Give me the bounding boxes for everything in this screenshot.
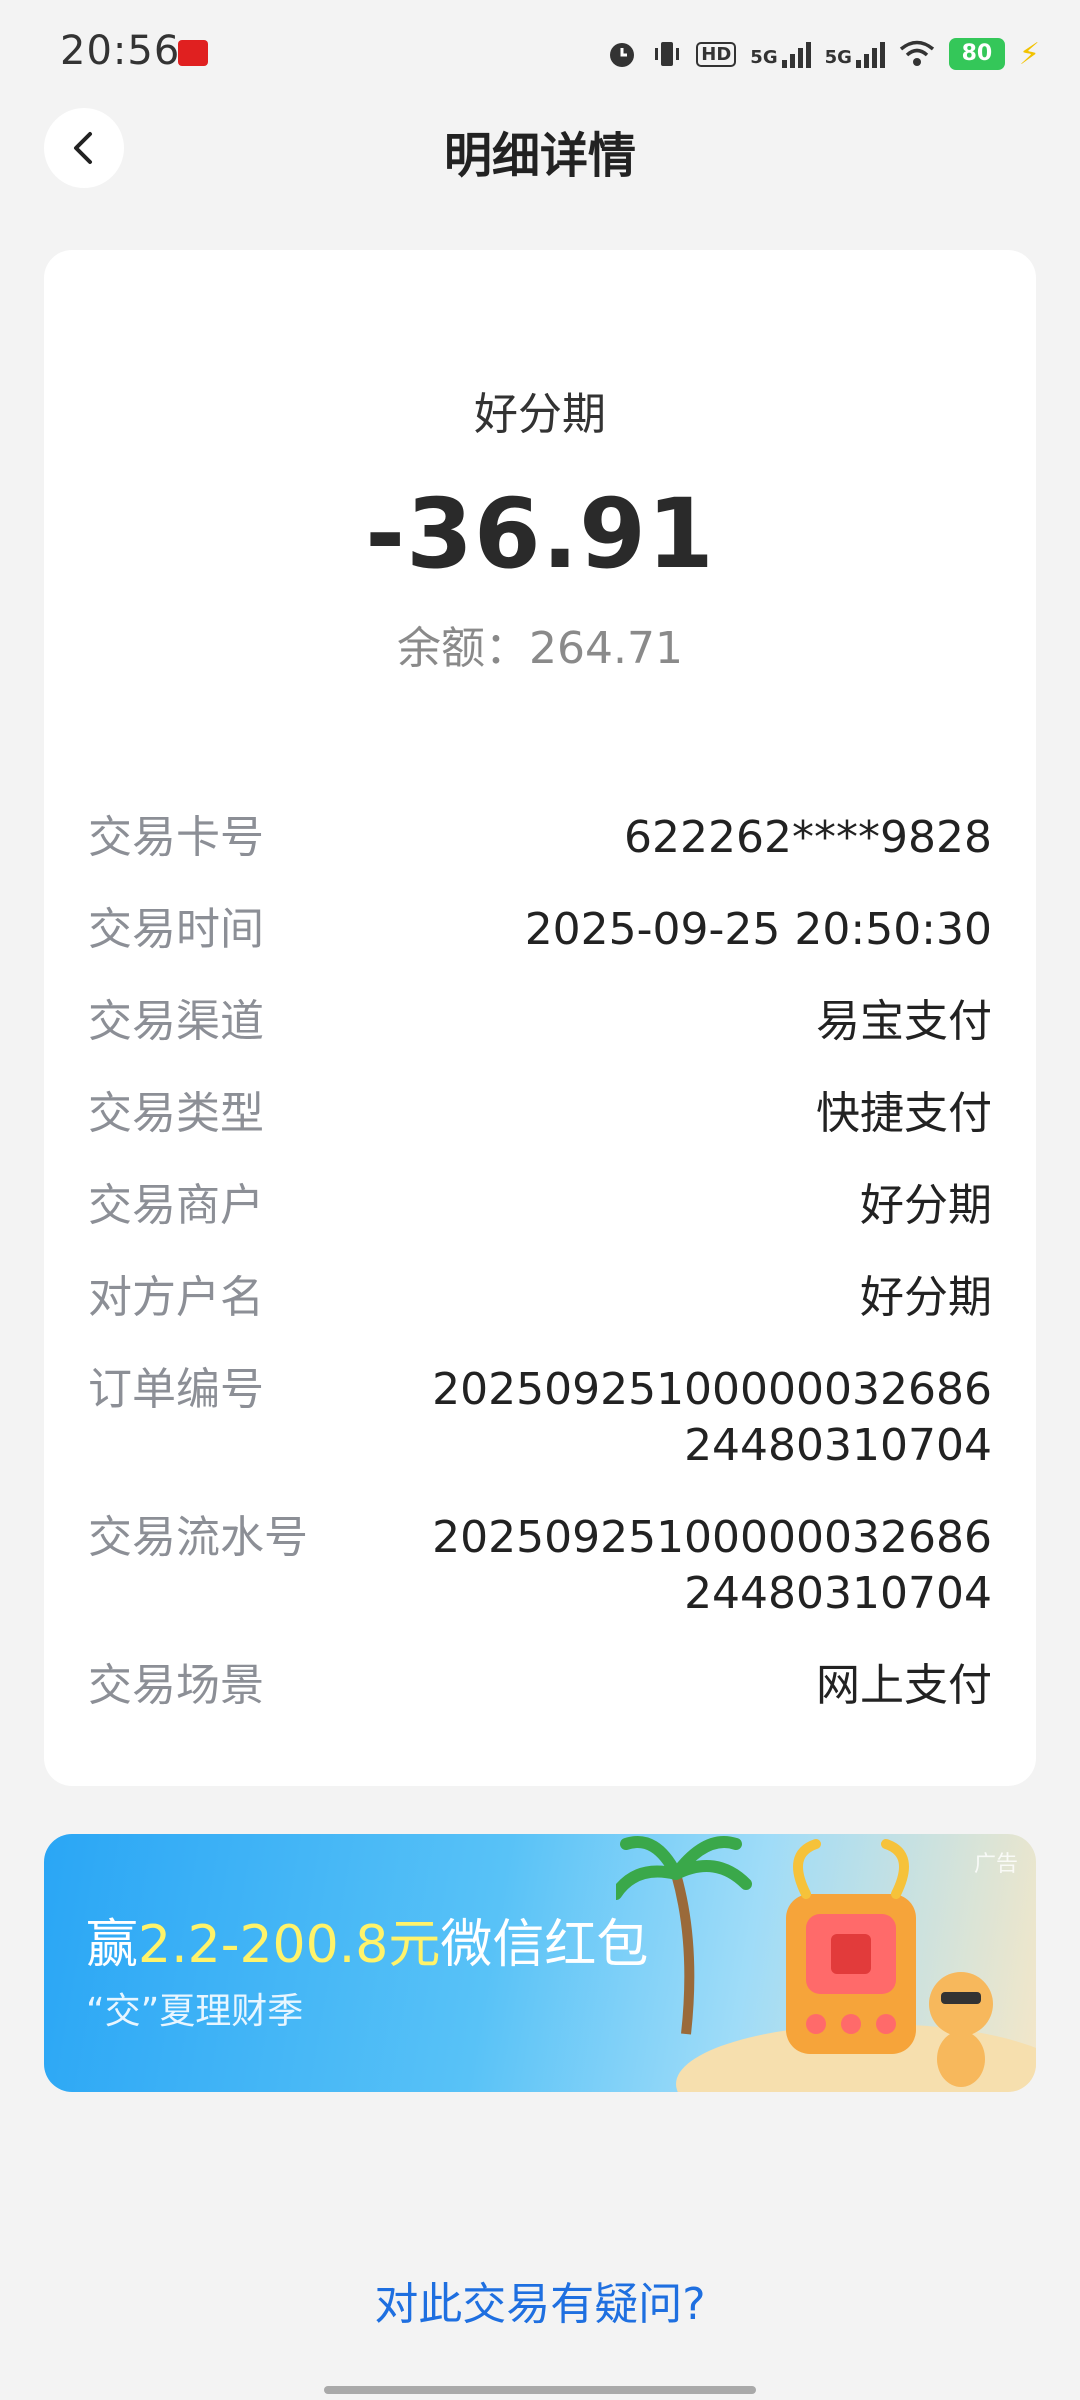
order-number-line-2: 24480310704 <box>684 1420 992 1471</box>
detail-value: 易宝支付 <box>816 996 992 1047</box>
merchant-name: 好分期 <box>474 389 606 440</box>
detail-label: 订单编号 <box>88 1364 264 1415</box>
detail-value: 622262****9828 <box>624 812 992 863</box>
detail-row-merchant: 交易商户 好分期 <box>88 1178 992 1234</box>
promo-subtitle: “交”夏理财季 <box>86 1991 304 2032</box>
detail-row-channel: 交易渠道 易宝支付 <box>88 994 992 1050</box>
status-time: 20:56 <box>60 28 181 74</box>
serial-number-line-1: 20250925100000032686 <box>432 1512 992 1563</box>
network-type-1: 5G <box>750 47 778 68</box>
app-notification-icon <box>178 40 208 66</box>
detail-value: 好分期 <box>860 1272 992 1323</box>
detail-value: 网上支付 <box>816 1660 992 1711</box>
detail-value: 好分期 <box>860 1180 992 1231</box>
charging-icon: ⚡ <box>1018 36 1040 72</box>
status-bar: 20:56 HD 5G 5G 80 ⚡ <box>0 0 1080 104</box>
status-icons: HD 5G 5G 80 ⚡ <box>606 32 1040 76</box>
page-title: 明细详情 <box>443 128 636 184</box>
detail-label: 对方户名 <box>88 1272 264 1323</box>
promo-title-amount: 2.2-200.8元 <box>138 1915 441 1975</box>
detail-label: 交易流水号 <box>88 1512 308 1563</box>
transaction-amount: -36.91 <box>365 478 715 590</box>
signal-sim2-icon: 5G <box>825 40 885 68</box>
network-type-2: 5G <box>824 47 852 68</box>
ad-tag[interactable]: 广告 <box>974 1846 1018 1878</box>
transaction-question-link[interactable]: 对此交易有疑问? <box>0 2268 1080 2332</box>
detail-row-scene: 交易场景 网上支付 <box>88 1658 992 1714</box>
detail-label: 交易卡号 <box>88 812 264 863</box>
balance-label: 余额： <box>397 623 530 674</box>
promo-title-prefix: 赢 <box>86 1915 139 1975</box>
detail-label: 交易类型 <box>88 1088 264 1139</box>
detail-row-type: 交易类型 快捷支付 <box>88 1086 992 1142</box>
detail-row-counterparty: 对方户名 好分期 <box>88 1270 992 1326</box>
hd-voice-icon: HD <box>696 41 737 67</box>
detail-value: 2025-09-25 20:50:30 <box>524 904 992 955</box>
detail-label: 交易商户 <box>88 1180 264 1231</box>
detail-row-card-number: 交易卡号 622262****9828 <box>88 810 992 866</box>
vibrate-icon <box>655 42 680 66</box>
detail-row-time: 交易时间 2025-09-25 20:50:30 <box>88 902 992 958</box>
balance-value: 264.71 <box>529 623 683 674</box>
home-indicator[interactable] <box>324 2386 756 2394</box>
nav-bar: 明细详情 <box>0 104 1080 192</box>
alarm-icon <box>610 43 635 67</box>
wifi-icon <box>899 40 935 66</box>
detail-row-order-number: 订单编号 20250925100000032686 24480310704 <box>88 1362 992 1474</box>
detail-value: 快捷支付 <box>816 1088 992 1139</box>
detail-value: 20250925100000032686 24480310704 <box>432 1362 992 1474</box>
promo-banner[interactable]: 赢2.2-200.8元微信红包 “交”夏理财季 广告 <box>44 1834 1036 2092</box>
order-number-line-1: 20250925100000032686 <box>432 1364 992 1415</box>
detail-label: 交易场景 <box>88 1660 264 1711</box>
promo-title: 赢2.2-200.8元微信红包 <box>86 1902 648 1977</box>
battery-icon: 80 <box>948 38 1005 70</box>
serial-number-line-2: 24480310704 <box>684 1568 992 1619</box>
signal-sim1-icon: 5G <box>750 40 811 68</box>
transaction-detail-card: 好分期 -36.91 余额：264.71 交易卡号 622262****9828… <box>44 250 1036 1786</box>
detail-row-serial-number: 交易流水号 20250925100000032686 24480310704 <box>88 1510 992 1622</box>
promo-title-suffix: 微信红包 <box>440 1915 649 1975</box>
detail-label: 交易渠道 <box>88 996 264 1047</box>
detail-value: 20250925100000032686 24480310704 <box>432 1510 992 1622</box>
balance-line: 余额：264.71 <box>44 612 1036 676</box>
detail-label: 交易时间 <box>88 904 264 955</box>
